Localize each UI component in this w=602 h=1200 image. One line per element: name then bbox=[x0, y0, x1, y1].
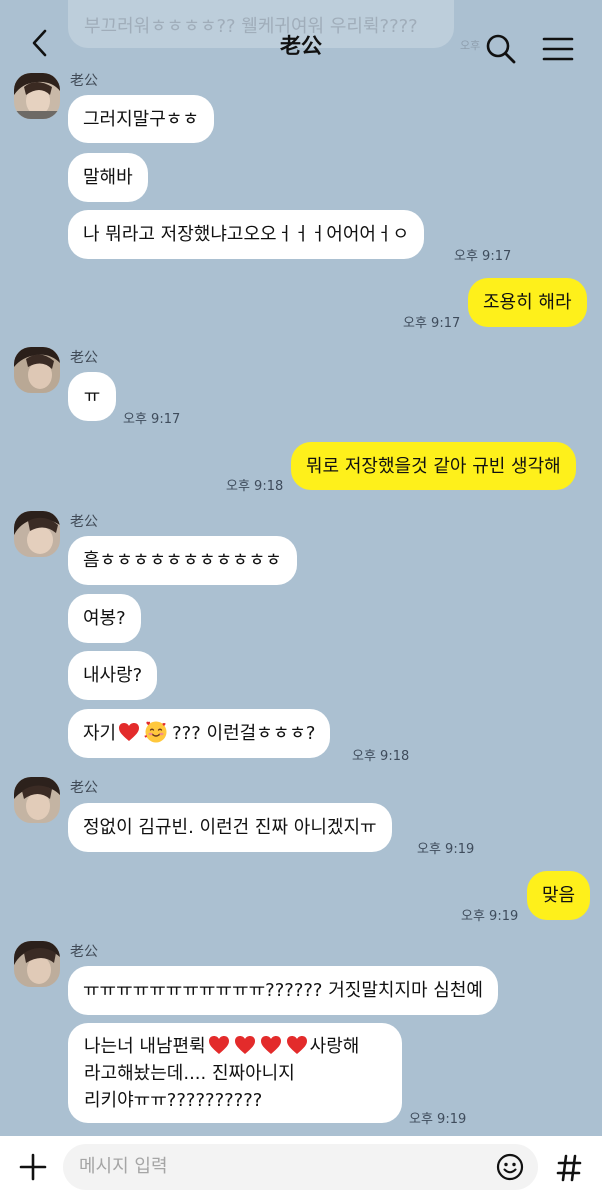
sender-name: 老公 bbox=[70, 350, 98, 366]
message-time: 오후 9:19 bbox=[409, 1112, 467, 1127]
avatar[interactable] bbox=[14, 511, 60, 557]
incoming-message-bubble[interactable]: ㅠ bbox=[68, 372, 116, 421]
profile-photo bbox=[14, 511, 60, 557]
message-text: ㅠㅠㅠㅠㅠㅠㅠㅠㅠㅠㅠ?????? 거짓말치지마 심천예 bbox=[83, 980, 483, 1001]
avatar[interactable] bbox=[14, 941, 60, 987]
outgoing-message-bubble[interactable]: 맞음 bbox=[527, 871, 591, 920]
message-text: 맞음 bbox=[542, 885, 576, 906]
chat-title: 老公 bbox=[280, 34, 322, 58]
sender-name: 老公 bbox=[70, 780, 98, 796]
message-text: ㅠ bbox=[83, 386, 101, 407]
message-text: 그러지말구ㅎㅎ bbox=[83, 108, 199, 130]
avatar[interactable] bbox=[14, 347, 60, 393]
message-text-part: 자기 bbox=[83, 723, 117, 744]
message-text: 자기 ??? 이런걸ㅎㅎㅎ? bbox=[83, 720, 315, 747]
profile-photo bbox=[14, 777, 60, 823]
message-text: 흠ㅎㅎㅎㅎㅎㅎㅎㅎㅎㅎㅎ bbox=[83, 550, 282, 571]
incoming-message-bubble[interactable]: 정없이 김규빈. 이런건 진짜 아니겠지ㅠ bbox=[68, 803, 392, 852]
hashtag-button[interactable] bbox=[554, 1152, 584, 1184]
message-text-part: 나는너 내남편뤽 bbox=[84, 1036, 206, 1057]
previous-message-text: 부끄러워ㅎㅎㅎㅎ?? 웰케귀여워 우리뤽???? bbox=[84, 16, 418, 37]
plus-icon bbox=[19, 1153, 47, 1181]
message-time: 오후 9:18 bbox=[352, 749, 410, 764]
message-text: 내사랑? bbox=[83, 665, 143, 686]
message-time: 오후 9:18 bbox=[226, 479, 284, 494]
emoji-icon bbox=[496, 1153, 524, 1181]
red-heart-icon bbox=[260, 1036, 281, 1054]
incoming-message-bubble[interactable]: 내사랑? bbox=[68, 651, 158, 700]
hash-icon bbox=[556, 1154, 582, 1182]
message-text: 조용히 해라 bbox=[483, 292, 572, 313]
message-time: 오후 9:17 bbox=[123, 412, 181, 427]
incoming-message-bubble[interactable]: ㅠㅠㅠㅠㅠㅠㅠㅠㅠㅠㅠ?????? 거짓말치지마 심천예 bbox=[68, 966, 498, 1015]
emoji-button[interactable] bbox=[495, 1152, 525, 1182]
search-button[interactable] bbox=[484, 32, 518, 66]
avatar[interactable] bbox=[14, 777, 60, 823]
incoming-message-bubble[interactable]: 그러지말구ㅎㅎ bbox=[68, 95, 214, 143]
sender-name: 老公 bbox=[70, 514, 98, 530]
message-text-part: ??? 이런걸ㅎㅎㅎ? bbox=[172, 723, 316, 744]
back-button[interactable] bbox=[24, 26, 58, 60]
profile-photo bbox=[14, 73, 60, 119]
attach-button[interactable] bbox=[16, 1150, 50, 1184]
message-text: 말해바 bbox=[83, 167, 133, 188]
avatar[interactable] bbox=[14, 73, 60, 119]
sender-name: 老公 bbox=[70, 944, 98, 960]
outgoing-message-bubble[interactable]: 뭐로 저장했을것 같아 규빈 생각해 bbox=[291, 442, 576, 490]
incoming-message-bubble[interactable]: 여봉? bbox=[68, 594, 141, 643]
message-text: 나 뭐라고 저장했냐고오오ㅓㅓㅓ어어어ㅓㅇ bbox=[83, 224, 410, 245]
chevron-left-icon bbox=[32, 29, 47, 57]
message-time: 오후 9:17 bbox=[403, 316, 461, 331]
red-heart-icon bbox=[234, 1036, 255, 1054]
message-input[interactable] bbox=[63, 1144, 538, 1190]
red-heart-icon bbox=[286, 1036, 307, 1054]
sender-name: 老公 bbox=[70, 73, 98, 89]
incoming-message-bubble[interactable]: 말해바 bbox=[68, 153, 148, 202]
smiling-face-with-hearts-icon bbox=[144, 721, 167, 743]
previous-message-bubble: 부끄러워ㅎㅎㅎㅎ?? 웰케귀여워 우리뤽???? bbox=[68, 0, 454, 48]
red-heart-icon bbox=[208, 1036, 229, 1054]
incoming-message-bubble[interactable]: 흠ㅎㅎㅎㅎㅎㅎㅎㅎㅎㅎㅎ bbox=[68, 536, 297, 585]
message-text: 정없이 김규빈. 이런건 진짜 아니겠지ㅠ bbox=[83, 817, 377, 838]
message-text: 여봉? bbox=[83, 608, 126, 629]
message-line: 나는너 내남편뤽 사랑해 bbox=[84, 1033, 386, 1060]
message-text-part: 사랑해 bbox=[309, 1036, 360, 1057]
message-text: 뭐로 저장했을것 같아 규빈 생각해 bbox=[306, 455, 561, 477]
incoming-message-bubble[interactable]: 나 뭐라고 저장했냐고오오ㅓㅓㅓ어어어ㅓㅇ bbox=[68, 210, 425, 259]
hamburger-menu-icon bbox=[542, 37, 574, 61]
message-line: 리키야ㅠㅠ?????????? bbox=[84, 1090, 263, 1111]
outgoing-message-bubble[interactable]: 조용히 해라 bbox=[468, 278, 587, 327]
message-time: 오후 9:17 bbox=[454, 249, 512, 264]
incoming-message-bubble[interactable]: 나는너 내남편뤽 사랑해 라고해놨는데.... 진짜아니지 리키야ㅠㅠ??????… bbox=[68, 1023, 402, 1123]
profile-photo bbox=[14, 347, 60, 393]
menu-button[interactable] bbox=[540, 32, 576, 66]
message-time: 오후 9:19 bbox=[417, 842, 475, 857]
profile-photo bbox=[14, 941, 60, 987]
incoming-message-bubble[interactable]: 자기 ??? 이런걸ㅎㅎㅎ? bbox=[68, 709, 331, 758]
message-line: 라고해놨는데.... 진짜아니지 bbox=[84, 1063, 295, 1084]
message-time: 오후 9:19 bbox=[461, 909, 519, 924]
previous-message-time: 오후 bbox=[460, 39, 481, 52]
search-icon bbox=[486, 34, 516, 64]
red-heart-icon bbox=[119, 723, 140, 741]
